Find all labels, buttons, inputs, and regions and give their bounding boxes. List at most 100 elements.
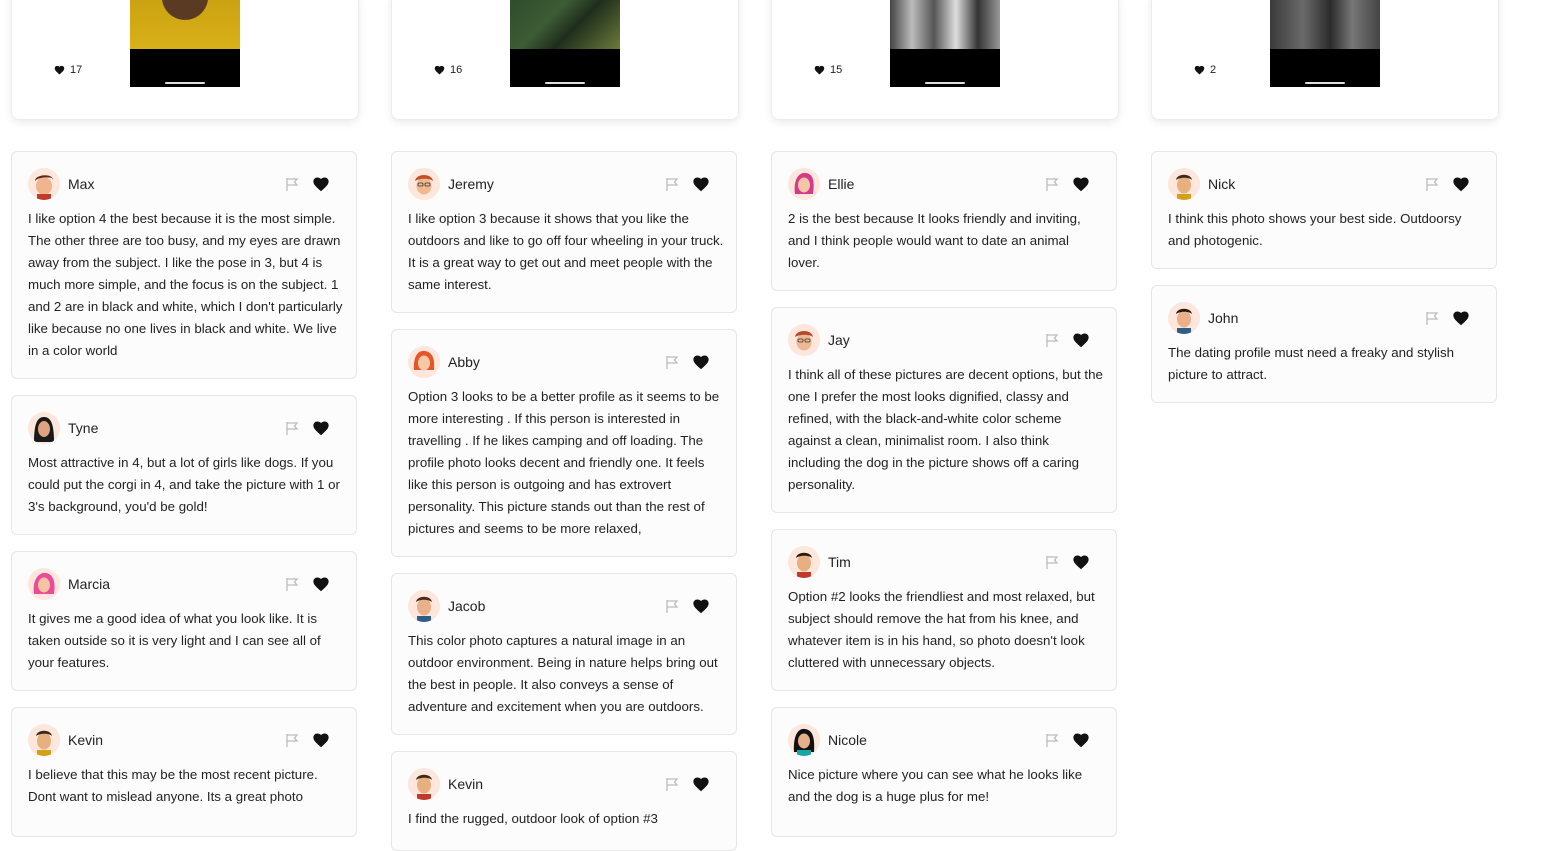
avatar bbox=[408, 168, 440, 200]
comment-text: I think all of these pictures are decent… bbox=[788, 367, 1103, 492]
comment-text: I like option 3 because it shows that yo… bbox=[408, 211, 724, 292]
comment-card: Kevin I find the rugged, outdoor look of… bbox=[391, 751, 737, 851]
comment-card: Marcia It gives me a good idea of what y… bbox=[11, 551, 357, 691]
photo-card[interactable]: 17 bbox=[11, 0, 359, 120]
likes-count[interactable]: 2 bbox=[1194, 64, 1216, 76]
commenter-name: Tyne bbox=[68, 420, 99, 436]
comment-card: Jacob This color photo captures a natura… bbox=[391, 573, 737, 735]
commenter-name: Nick bbox=[1208, 176, 1236, 192]
commenter-name: Ellie bbox=[828, 176, 855, 192]
profile-photo[interactable] bbox=[130, 0, 240, 87]
comment-text: I find the rugged, outdoor look of optio… bbox=[408, 811, 658, 826]
heart-icon[interactable] bbox=[1072, 732, 1090, 748]
comment-text: 2 is the best because It looks friendly … bbox=[788, 211, 1081, 270]
heart-icon[interactable] bbox=[312, 420, 330, 436]
flag-icon[interactable] bbox=[284, 732, 300, 748]
comment-card: Max I like option 4 the best because it … bbox=[11, 151, 357, 379]
heart-icon bbox=[54, 65, 65, 75]
commenter-name: Kevin bbox=[448, 776, 484, 792]
flag-icon[interactable] bbox=[284, 176, 300, 192]
avatar bbox=[1168, 168, 1200, 200]
flag-icon[interactable] bbox=[1044, 332, 1060, 348]
heart-icon[interactable] bbox=[1072, 176, 1090, 192]
comment-card: Ellie 2 is the best because It looks fri… bbox=[771, 151, 1117, 291]
likes-number: 16 bbox=[450, 64, 463, 76]
heart-icon bbox=[434, 65, 445, 75]
comment-card: Jay I think all of these pictures are de… bbox=[771, 307, 1117, 513]
avatar bbox=[408, 768, 440, 800]
comment-text: Nice picture where you can see what he l… bbox=[788, 767, 1083, 804]
likes-count[interactable]: 15 bbox=[814, 64, 842, 76]
avatar bbox=[788, 168, 820, 200]
commenter-name: Marcia bbox=[68, 576, 111, 592]
flag-icon[interactable] bbox=[1044, 732, 1060, 748]
comment-card: Nicole Nice picture where you can see wh… bbox=[771, 707, 1117, 837]
comment-card: Nick I think this photo shows your best … bbox=[1151, 151, 1497, 269]
flag-icon[interactable] bbox=[284, 420, 300, 436]
comment-card: Kevin I believe that this may be the mos… bbox=[11, 707, 357, 837]
likes-number: 2 bbox=[1210, 64, 1217, 76]
profile-photo[interactable] bbox=[510, 0, 620, 87]
heart-icon[interactable] bbox=[1072, 332, 1090, 348]
heart-icon bbox=[1194, 65, 1205, 75]
avatar bbox=[28, 168, 60, 200]
comment-text: Option 3 looks to be a better profile as… bbox=[408, 389, 720, 536]
commenter-name: Jacob bbox=[448, 598, 486, 614]
comment-text: Option #2 looks the friendliest and most… bbox=[788, 589, 1095, 670]
comment-card: Abby Option 3 looks to be a better profi… bbox=[391, 329, 737, 557]
flag-icon[interactable] bbox=[664, 354, 680, 370]
comment-card: John The dating profile must need a frea… bbox=[1151, 285, 1497, 403]
heart-icon[interactable] bbox=[692, 598, 710, 614]
comment-text: This color photo captures a natural imag… bbox=[408, 633, 718, 714]
avatar bbox=[28, 568, 60, 600]
commenter-name: Tim bbox=[828, 554, 851, 570]
profile-photo[interactable] bbox=[1270, 0, 1380, 87]
heart-icon[interactable] bbox=[1072, 554, 1090, 570]
comment-text: I think this photo shows your best side.… bbox=[1168, 211, 1462, 248]
photo-card[interactable]: 2 bbox=[1151, 0, 1499, 120]
flag-icon[interactable] bbox=[284, 576, 300, 592]
heart-icon[interactable] bbox=[692, 354, 710, 370]
commenter-name: Kevin bbox=[68, 732, 104, 748]
profile-photo[interactable] bbox=[890, 0, 1000, 87]
avatar bbox=[28, 724, 60, 756]
photo-card[interactable]: 16 bbox=[391, 0, 739, 120]
likes-count[interactable]: 17 bbox=[54, 64, 82, 76]
comment-text: It gives me a good idea of what you look… bbox=[28, 611, 321, 670]
commenter-name: John bbox=[1208, 310, 1239, 326]
heart-icon[interactable] bbox=[692, 176, 710, 192]
comment-text: I like option 4 the best because it is t… bbox=[28, 211, 343, 358]
commenter-name: Jeremy bbox=[448, 176, 494, 192]
likes-number: 15 bbox=[830, 64, 843, 76]
comment-text: The dating profile must need a freaky an… bbox=[1168, 345, 1455, 382]
flag-icon[interactable] bbox=[664, 598, 680, 614]
heart-icon bbox=[814, 65, 825, 75]
commenter-name: Jay bbox=[828, 332, 850, 348]
heart-icon[interactable] bbox=[1452, 310, 1470, 326]
heart-icon[interactable] bbox=[312, 176, 330, 192]
comment-card: Tyne Most attractive in 4, but a lot of … bbox=[11, 395, 357, 535]
heart-icon[interactable] bbox=[692, 776, 710, 792]
flag-icon[interactable] bbox=[1044, 554, 1060, 570]
heart-icon[interactable] bbox=[312, 732, 330, 748]
flag-icon[interactable] bbox=[664, 176, 680, 192]
avatar bbox=[788, 724, 820, 756]
heart-icon[interactable] bbox=[312, 576, 330, 592]
avatar bbox=[408, 346, 440, 378]
comment-card: Jeremy I like option 3 because it shows … bbox=[391, 151, 737, 313]
flag-icon[interactable] bbox=[664, 776, 680, 792]
flag-icon[interactable] bbox=[1044, 176, 1060, 192]
heart-icon[interactable] bbox=[1452, 176, 1470, 192]
commenter-name: Nicole bbox=[828, 732, 867, 748]
avatar bbox=[788, 324, 820, 356]
flag-icon[interactable] bbox=[1424, 176, 1440, 192]
comment-text: Most attractive in 4, but a lot of girls… bbox=[28, 455, 340, 514]
commenter-name: Max bbox=[68, 176, 95, 192]
comment-text: I believe that this may be the most rece… bbox=[28, 767, 318, 804]
likes-number: 17 bbox=[70, 64, 83, 76]
avatar bbox=[788, 546, 820, 578]
photo-card[interactable]: 15 bbox=[771, 0, 1119, 120]
likes-count[interactable]: 16 bbox=[434, 64, 462, 76]
avatar bbox=[408, 590, 440, 622]
flag-icon[interactable] bbox=[1424, 310, 1440, 326]
